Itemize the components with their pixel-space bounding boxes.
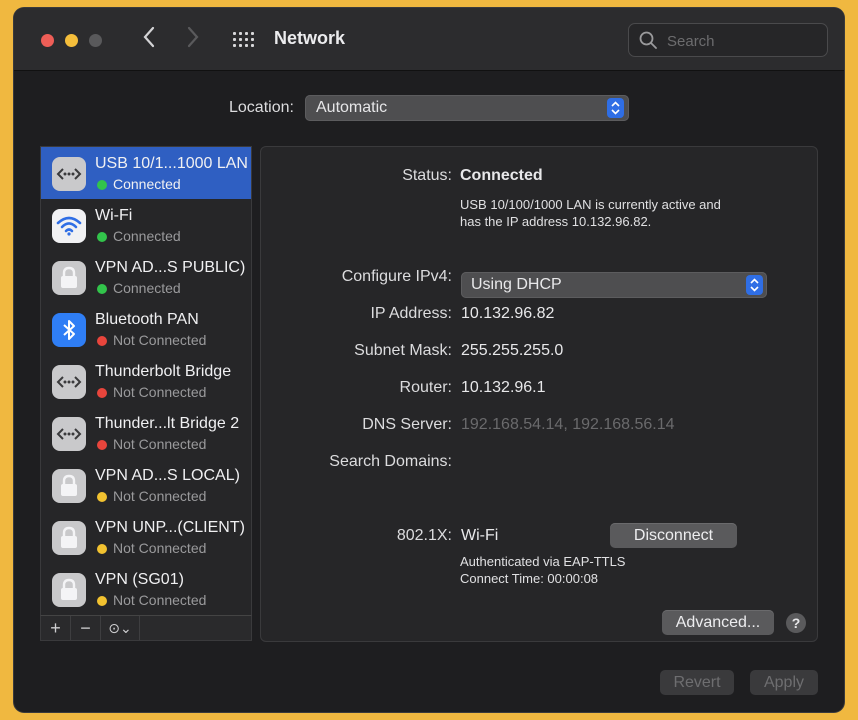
status-dot-icon: [97, 180, 107, 190]
location-stepper-icon: [607, 98, 624, 118]
close-window-button[interactable]: [41, 34, 54, 47]
configure-ipv4-label: Configure IPv4:: [341, 268, 452, 285]
titlebar: Network: [14, 8, 844, 71]
dot1x-value: Wi-Fi: [461, 527, 499, 544]
configure-ipv4-value: Using DHCP: [471, 276, 562, 293]
ip-address-label: IP Address:: [370, 305, 452, 322]
ethernet-icon: [52, 417, 86, 451]
service-name: VPN (SG01): [95, 571, 184, 588]
configure-ipv4-stepper-icon: [746, 275, 763, 295]
service-name: USB 10/1...1000 LAN: [95, 155, 248, 172]
search-domains-label: Search Domains:: [329, 453, 452, 470]
router-value: 10.132.96.1: [461, 379, 546, 396]
window-title: Network: [274, 28, 346, 48]
service-item[interactable]: USB 10/1...1000 LAN Connected: [41, 147, 251, 199]
dns-server-label: DNS Server:: [362, 416, 452, 433]
lock-icon: [52, 261, 86, 295]
service-name: Thunder...lt Bridge 2: [95, 415, 240, 432]
connect-time-text: Connect Time: 00:00:08: [460, 571, 599, 586]
service-item[interactable]: Thunderbolt Bridge Not Connected: [41, 355, 251, 407]
service-status: Not Connected: [113, 332, 207, 348]
service-action-menu-button[interactable]: ⊙⌄: [101, 616, 140, 640]
status-dot-icon: [97, 284, 107, 294]
search-icon: [639, 31, 657, 49]
lock-icon: [52, 521, 86, 555]
service-name: VPN UNP...(CLIENT): [95, 519, 245, 536]
service-name: Thunderbolt Bridge: [95, 363, 232, 380]
chevron-right-icon: [187, 26, 199, 48]
service-item[interactable]: VPN AD...S PUBLIC) Connected: [41, 251, 251, 303]
wifi-icon: [52, 209, 86, 243]
status-dot-icon: [97, 440, 107, 450]
service-item[interactable]: VPN UNP...(CLIENT) Not Connected: [41, 511, 251, 563]
minimize-window-button[interactable]: [65, 34, 78, 47]
service-name: VPN AD...S LOCAL): [95, 467, 240, 484]
ethernet-icon: [52, 365, 86, 399]
remove-service-button[interactable]: −: [71, 616, 101, 640]
service-name: Wi-Fi: [95, 207, 133, 224]
network-preferences-window: Network Location: Automatic USB 10/1...1…: [14, 8, 844, 712]
zoom-window-button[interactable]: [89, 34, 102, 47]
service-name: Bluetooth PAN: [95, 311, 199, 328]
service-item[interactable]: VPN (SG01) Not Connected: [41, 563, 251, 615]
service-status: Not Connected: [113, 436, 207, 452]
status-description-line-2: has the IP address 10.132.96.82.: [460, 214, 652, 229]
service-item[interactable]: Wi-Fi Connected: [41, 199, 251, 251]
service-status: Not Connected: [113, 488, 207, 504]
router-label: Router:: [399, 379, 452, 396]
service-status: Not Connected: [113, 592, 207, 608]
dot1x-label: 802.1X:: [396, 527, 452, 544]
search-input[interactable]: [665, 30, 819, 52]
bluetooth-icon: [52, 313, 86, 347]
chevron-left-icon: [143, 26, 155, 48]
search-field[interactable]: [628, 23, 828, 57]
service-status: Not Connected: [113, 384, 207, 400]
back-button[interactable]: [142, 24, 156, 54]
service-item[interactable]: VPN AD...S LOCAL) Not Connected: [41, 459, 251, 511]
status-label: Status:: [402, 167, 452, 184]
service-status: Connected: [113, 176, 181, 192]
configure-ipv4-select[interactable]: Using DHCP: [461, 272, 767, 298]
status-description-line-1: USB 10/100/1000 LAN is currently active …: [460, 197, 721, 212]
status-dot-icon: [97, 388, 107, 398]
forward-button[interactable]: [186, 24, 200, 54]
status-dot-icon: [97, 336, 107, 346]
disconnect-button[interactable]: Disconnect: [610, 523, 737, 548]
service-status: Connected: [113, 280, 181, 296]
advanced-button[interactable]: Advanced...: [662, 610, 774, 635]
service-list-toolbar: + − ⊙⌄: [40, 615, 252, 641]
status-dot-icon: [97, 492, 107, 502]
lock-icon: [52, 573, 86, 607]
location-label: Location:: [229, 99, 294, 116]
ethernet-icon: [52, 157, 86, 191]
authentication-text: Authenticated via EAP-TTLS: [460, 554, 626, 569]
ip-address-value: 10.132.96.82: [461, 305, 555, 322]
location-value: Automatic: [316, 99, 388, 116]
status-dot-icon: [97, 544, 107, 554]
service-item[interactable]: Thunder...lt Bridge 2 Not Connected: [41, 407, 251, 459]
help-button[interactable]: ?: [786, 613, 806, 633]
service-status: Connected: [113, 228, 181, 244]
status-value: Connected: [460, 167, 543, 184]
service-item[interactable]: Bluetooth PAN Not Connected: [41, 303, 251, 355]
dns-server-value: 192.168.54.14, 192.168.56.14: [461, 416, 675, 433]
revert-button[interactable]: Revert: [660, 670, 734, 695]
apply-button[interactable]: Apply: [750, 670, 818, 695]
service-name: VPN AD...S PUBLIC): [95, 259, 246, 276]
add-service-button[interactable]: +: [41, 616, 71, 640]
status-dot-icon: [97, 232, 107, 242]
show-all-grid-icon[interactable]: [233, 32, 255, 48]
subnet-mask-value: 255.255.255.0: [461, 342, 564, 359]
status-dot-icon: [97, 596, 107, 606]
service-list[interactable]: USB 10/1...1000 LAN Connected Wi-Fi Connect…: [40, 146, 252, 617]
service-status: Not Connected: [113, 540, 207, 556]
subnet-mask-label: Subnet Mask:: [354, 342, 452, 359]
lock-icon: [52, 469, 86, 503]
service-detail-panel: Status: Connected USB 10/100/1000 LAN is…: [260, 146, 818, 642]
location-select[interactable]: Automatic: [305, 95, 629, 121]
